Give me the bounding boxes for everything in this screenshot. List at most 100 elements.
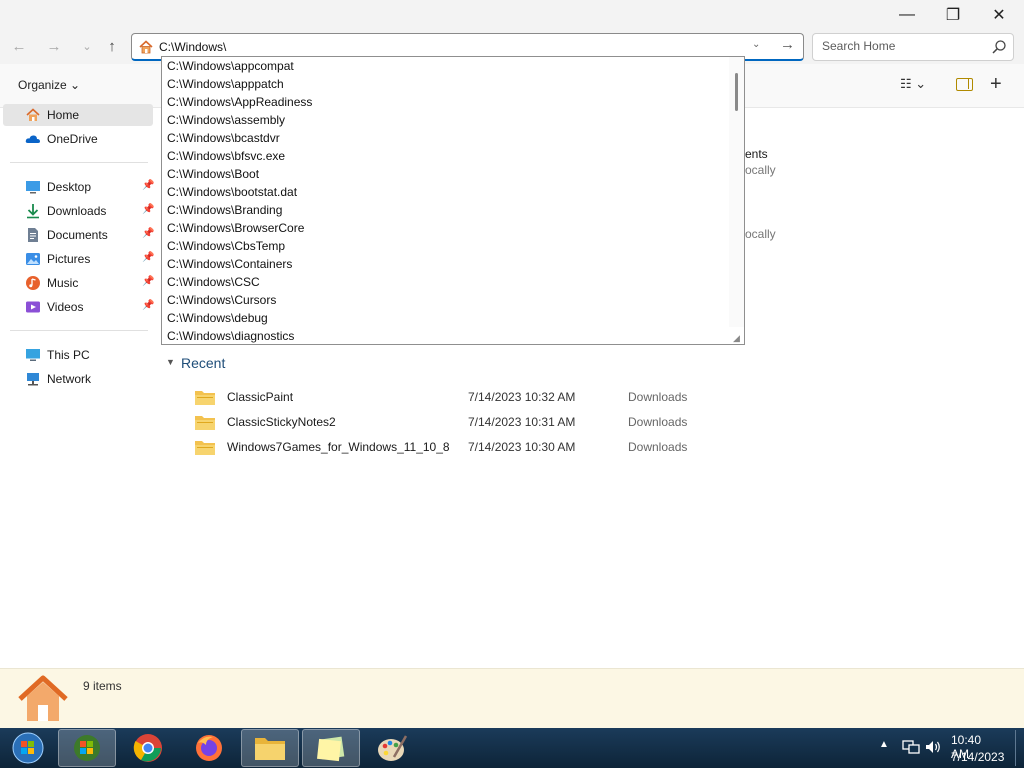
- back-button[interactable]: ←: [7, 34, 31, 58]
- recent-row[interactable]: Windows7Games_for_Windows_11_10_8 7/14/2…: [190, 437, 750, 459]
- divider: [10, 162, 148, 163]
- pin-icon[interactable]: 📌: [142, 228, 154, 239]
- autocomplete-item[interactable]: C:\Windows\bootstat.dat: [167, 185, 297, 203]
- computer-icon: [26, 349, 40, 361]
- start-button[interactable]: [0, 729, 56, 767]
- minimize-button[interactable]: —: [884, 0, 930, 30]
- home-icon: [18, 675, 68, 721]
- status-bar: 9 items: [0, 668, 1024, 728]
- view-options-button[interactable]: ☷ ⌄: [900, 76, 926, 92]
- sidebar-item-network[interactable]: Network: [3, 368, 153, 390]
- sidebar-item-label: Pictures: [47, 252, 91, 266]
- documents-icon: [28, 228, 38, 242]
- autocomplete-item[interactable]: C:\Windows\appcompat: [167, 59, 294, 77]
- sidebar-item-music[interactable]: Music 📌: [3, 272, 154, 294]
- sidebar-item-desktop[interactable]: Desktop 📌: [3, 176, 154, 198]
- autocomplete-item[interactable]: C:\Windows\BrowserCore: [167, 221, 304, 239]
- firefox-icon: [196, 735, 222, 761]
- recent-item-name: ClassicStickyNotes2: [227, 415, 336, 429]
- sidebar-item-pictures[interactable]: Pictures 📌: [3, 248, 154, 270]
- paint-palette-icon: [378, 735, 408, 761]
- close-button[interactable]: ✕: [976, 0, 1022, 30]
- search-input[interactable]: [822, 39, 982, 53]
- pin-icon[interactable]: 📌: [142, 300, 154, 311]
- taskbar-windows-app[interactable]: [58, 729, 116, 767]
- recent-section-header[interactable]: Recent: [181, 355, 225, 371]
- cloud-icon: [25, 135, 40, 143]
- show-desktop-button[interactable]: [1015, 730, 1023, 766]
- recent-locations-button[interactable]: ⌄: [75, 34, 99, 58]
- autocomplete-scrollbar[interactable]: [729, 57, 744, 327]
- address-autocomplete-list: C:\Windows\appcompat C:\Windows\apppatch…: [161, 56, 745, 345]
- show-hidden-icons-button[interactable]: ▲: [879, 739, 889, 750]
- sticky-notes-icon: [317, 736, 345, 762]
- taskbar-sticky-notes[interactable]: [302, 729, 360, 767]
- desktop-icon: [26, 181, 40, 194]
- autocomplete-item[interactable]: C:\Windows\bfsvc.exe: [167, 149, 285, 167]
- music-icon: [26, 276, 40, 290]
- network-icon[interactable]: [902, 739, 920, 755]
- sidebar-item-downloads[interactable]: Downloads 📌: [3, 200, 154, 222]
- sidebar-item-onedrive[interactable]: OneDrive: [3, 128, 153, 150]
- sidebar-item-home[interactable]: Home: [3, 104, 153, 126]
- sidebar-item-videos[interactable]: Videos 📌: [3, 296, 154, 318]
- address-input[interactable]: [159, 38, 749, 56]
- folder-icon: [195, 441, 215, 455]
- autocomplete-item[interactable]: C:\Windows\Containers: [167, 257, 292, 275]
- autocomplete-item[interactable]: C:\Windows\Branding: [167, 203, 282, 221]
- taskbar-paint[interactable]: [363, 729, 421, 767]
- autocomplete-item[interactable]: C:\Windows\apppatch: [167, 77, 284, 95]
- sidebar-item-label: Network: [47, 372, 92, 386]
- pin-icon[interactable]: 📌: [142, 204, 154, 215]
- volume-icon[interactable]: [924, 739, 942, 755]
- pin-icon[interactable]: 📌: [142, 276, 154, 287]
- chrome-icon: [133, 734, 162, 762]
- forward-button[interactable]: →: [42, 34, 66, 58]
- maximize-button[interactable]: ❐: [930, 0, 976, 30]
- taskbar-chrome[interactable]: [119, 729, 177, 767]
- search-icon[interactable]: [991, 39, 1007, 55]
- quick-access-sub-partial: ocally: [745, 163, 776, 177]
- chevron-down-icon[interactable]: ▼: [166, 357, 175, 367]
- sidebar-item-documents[interactable]: Documents 📌: [3, 224, 154, 246]
- home-icon: [26, 108, 40, 121]
- autocomplete-item[interactable]: C:\Windows\assembly: [167, 113, 285, 131]
- home-icon: [139, 40, 153, 54]
- recent-item-date: 7/14/2023 10:31 AM: [468, 415, 576, 429]
- folder-icon: [195, 416, 215, 430]
- search-box[interactable]: [812, 33, 1014, 61]
- autocomplete-item[interactable]: C:\Windows\Boot: [167, 167, 259, 185]
- organize-button[interactable]: Organize ⌄: [18, 78, 80, 92]
- sidebar-item-this-pc[interactable]: This PC: [3, 344, 153, 366]
- autocomplete-item[interactable]: C:\Windows\bcastdvr: [167, 131, 280, 149]
- details-pane-icon[interactable]: [956, 78, 973, 91]
- new-tab-button[interactable]: +: [990, 73, 1002, 96]
- pin-icon[interactable]: 📌: [142, 252, 154, 263]
- recent-item-location: Downloads: [628, 415, 688, 429]
- sidebar-item-label: Documents: [47, 228, 108, 242]
- recent-row[interactable]: ClassicStickyNotes2 7/14/2023 10:31 AM D…: [190, 412, 750, 434]
- item-count: 9 items: [83, 679, 122, 693]
- taskbar-file-explorer[interactable]: [241, 729, 299, 767]
- up-button[interactable]: ↑: [100, 34, 124, 58]
- autocomplete-item[interactable]: C:\Windows\debug: [167, 311, 268, 329]
- sidebar-item-label: Music: [47, 276, 79, 290]
- go-button[interactable]: →: [780, 36, 795, 53]
- autocomplete-item[interactable]: C:\Windows\AppReadiness: [167, 95, 312, 113]
- folder-icon: [195, 391, 215, 405]
- resize-grip-icon[interactable]: ◢: [733, 333, 740, 344]
- divider: [10, 330, 148, 331]
- network-icon: [27, 373, 39, 386]
- recent-row[interactable]: ClassicPaint 7/14/2023 10:32 AM Download…: [190, 387, 750, 409]
- address-history-dropdown[interactable]: ⌄: [752, 39, 760, 50]
- windows-orb-icon: [12, 732, 44, 764]
- autocomplete-item[interactable]: C:\Windows\CSC: [167, 275, 260, 293]
- pin-icon[interactable]: 📌: [142, 180, 154, 191]
- autocomplete-item[interactable]: C:\Windows\Cursors: [167, 293, 276, 311]
- autocomplete-item[interactable]: C:\Windows\diagnostics: [167, 329, 294, 344]
- scrollbar-thumb[interactable]: [735, 73, 738, 111]
- taskbar-firefox[interactable]: [180, 729, 238, 767]
- clock-date[interactable]: 7/14/2023: [951, 750, 1004, 764]
- recent-item-location: Downloads: [628, 440, 688, 454]
- autocomplete-item[interactable]: C:\Windows\CbsTemp: [167, 239, 285, 257]
